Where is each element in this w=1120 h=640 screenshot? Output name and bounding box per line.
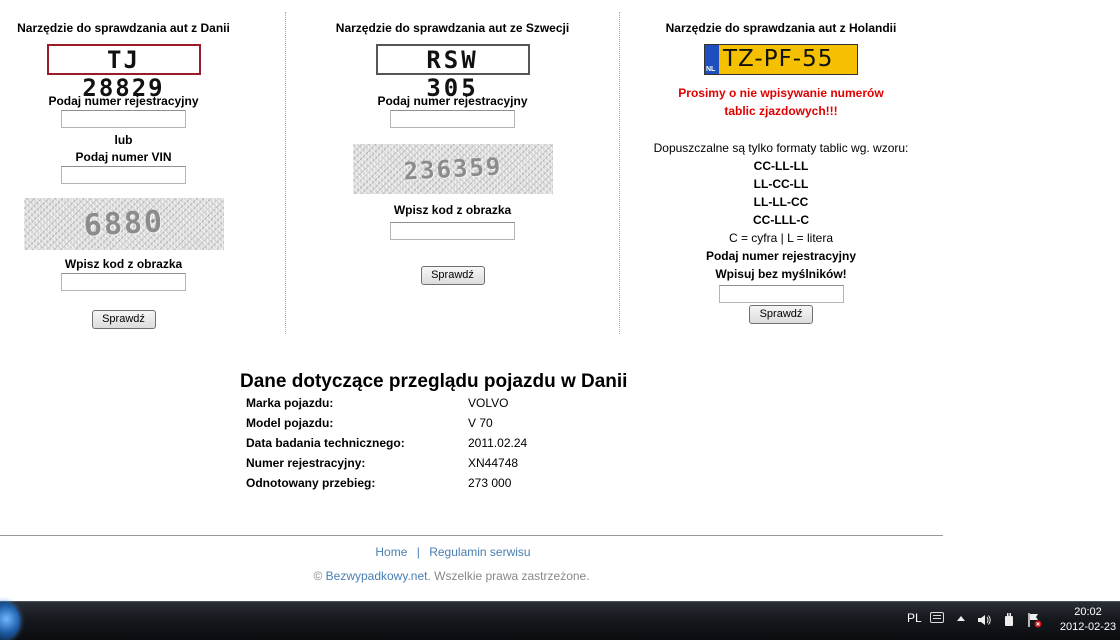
footer-home-link[interactable]: Home bbox=[375, 545, 407, 559]
denmark-captcha-text: 6880 bbox=[82, 204, 165, 244]
netherlands-check-button[interactable]: Sprawdź bbox=[749, 304, 813, 324]
clock-date: 2012-02-23 bbox=[1059, 621, 1117, 633]
netherlands-reg-input[interactable] bbox=[718, 285, 844, 303]
denmark-captcha-input[interactable] bbox=[61, 273, 186, 291]
result-table: Marka pojazdu: VOLVO Model pojazdu: V 70… bbox=[240, 393, 533, 493]
format-item: LL-CC-LL bbox=[753, 177, 809, 191]
copyright-symbol: © bbox=[313, 569, 323, 583]
format-item: LL-LL-CC bbox=[753, 195, 809, 209]
denmark-check-button[interactable]: Sprawdź bbox=[91, 309, 156, 329]
warning-line-2: tablic zjazdowych!!! bbox=[724, 104, 838, 118]
taskbar: PL 20:02 2012-02-23 bbox=[0, 601, 1120, 640]
footer-divider bbox=[0, 535, 943, 536]
row-label: Marka pojazdu: bbox=[246, 396, 334, 410]
row-value: V 70 bbox=[468, 416, 493, 430]
dutch-plate-band: NL bbox=[705, 45, 719, 74]
format-item: CC-LL-LL bbox=[753, 159, 809, 173]
danish-plate-image: TJ 28829 bbox=[46, 44, 201, 102]
dutch-plate-text: TZ-PF-55 bbox=[723, 46, 834, 72]
column-separator-2 bbox=[619, 12, 620, 334]
sweden-captcha-input[interactable] bbox=[390, 222, 515, 240]
keyboard-icon[interactable] bbox=[930, 612, 944, 623]
language-indicator[interactable]: PL bbox=[907, 611, 922, 625]
denmark-vin-label: Podaj numer VIN bbox=[75, 150, 172, 164]
result-section: Dane dotyczące przeglądu pojazdu w Danii… bbox=[240, 371, 840, 493]
denmark-reg-label: Podaj numer rejestracyjny bbox=[48, 94, 199, 108]
result-heading: Dane dotyczące przeglądu pojazdu w Danii bbox=[240, 371, 628, 392]
table-row: Model pojazdu: V 70 bbox=[240, 413, 533, 433]
action-center-flag-icon[interactable] bbox=[1028, 612, 1042, 628]
denmark-tool: Narzędzie do sprawdzania aut z Danii TJ … bbox=[0, 0, 247, 329]
row-label: Numer rejestracyjny: bbox=[246, 456, 366, 470]
row-value: 2011.02.24 bbox=[468, 436, 528, 450]
footer-site-link[interactable]: Bezwypadkowy.net bbox=[326, 569, 428, 583]
denmark-tool-title: Narzędzie do sprawdzania aut z Danii bbox=[17, 21, 230, 35]
power-icon[interactable] bbox=[1003, 612, 1015, 627]
denmark-reg-input[interactable] bbox=[61, 110, 186, 128]
sweden-tool-title: Narzędzie do sprawdzania aut ze Szwecji bbox=[335, 21, 570, 35]
netherlands-tool: Narzędzie do sprawdzania aut z Holandii … bbox=[622, 0, 940, 324]
row-label: Data badania technicznego: bbox=[246, 436, 405, 450]
footer-copyright: © Bezwypadkowy.net. Wszelkie prawa zastr… bbox=[0, 569, 903, 583]
column-separator-1 bbox=[285, 12, 286, 334]
table-row: Data badania technicznego: 2011.02.24 bbox=[240, 433, 533, 453]
formats-intro: Dopuszczalne są tylko formaty tablic wg.… bbox=[653, 141, 909, 155]
row-value: XN44748 bbox=[468, 456, 519, 470]
clock-time: 20:02 bbox=[1074, 606, 1102, 618]
denmark-captcha-label: Wpisz kod z obrazka bbox=[64, 257, 183, 271]
dutch-plate-image: NL TZ-PF-55 bbox=[704, 44, 858, 75]
format-legend: C = cyfra | L = litera bbox=[728, 231, 834, 245]
sweden-tool: Narzędzie do sprawdzania aut ze Szwecji … bbox=[290, 0, 615, 285]
footer-rights: . Wszelkie prawa zastrzeżone. bbox=[427, 569, 590, 583]
warning-line-1: Prosimy o nie wpisywanie numerów bbox=[678, 86, 884, 100]
row-label: Model pojazdu: bbox=[246, 416, 334, 430]
dutch-plate-country: NL bbox=[706, 66, 716, 73]
sweden-captcha-text: 236359 bbox=[402, 152, 503, 186]
volume-icon[interactable] bbox=[977, 613, 991, 627]
start-button[interactable] bbox=[0, 602, 20, 640]
netherlands-reg-label: Podaj numer rejestracyjny bbox=[705, 249, 857, 263]
denmark-captcha-image: 6880 bbox=[23, 198, 224, 250]
footer-links: Home | Regulamin serwisu bbox=[0, 545, 906, 559]
netherlands-warning: Prosimy o nie wpisywanie numerów tablic … bbox=[622, 84, 940, 120]
table-row: Odnotowany przebieg: 273 000 bbox=[240, 473, 533, 493]
sweden-reg-label: Podaj numer rejestracyjny bbox=[377, 94, 528, 108]
table-row: Marka pojazdu: VOLVO bbox=[240, 393, 533, 413]
sweden-reg-input[interactable] bbox=[390, 110, 515, 128]
table-row: Numer rejestracyjny: XN44748 bbox=[240, 453, 533, 473]
sweden-captcha-label: Wpisz kod z obrazka bbox=[393, 203, 512, 217]
sweden-captcha-image: 236359 bbox=[352, 144, 553, 194]
footer-separator: | bbox=[416, 545, 420, 559]
swedish-plate-image: RSW 305 bbox=[375, 44, 530, 102]
netherlands-tool-title: Narzędzie do sprawdzania aut z Holandii bbox=[665, 21, 897, 35]
footer-terms-link[interactable]: Regulamin serwisu bbox=[429, 545, 530, 559]
no-dash-label: Wpisuj bez myślników! bbox=[715, 267, 847, 281]
row-label: Odnotowany przebieg: bbox=[246, 476, 376, 490]
format-item: CC-LLL-C bbox=[753, 213, 809, 227]
row-value: 273 000 bbox=[468, 476, 512, 490]
tray-overflow-icon[interactable] bbox=[957, 616, 965, 621]
denmark-vin-input[interactable] bbox=[61, 166, 186, 184]
row-value: VOLVO bbox=[468, 396, 509, 410]
or-label: lub bbox=[114, 133, 133, 147]
clock[interactable]: 20:02 2012-02-23 bbox=[1056, 605, 1120, 635]
sweden-check-button[interactable]: Sprawdź bbox=[420, 265, 485, 285]
